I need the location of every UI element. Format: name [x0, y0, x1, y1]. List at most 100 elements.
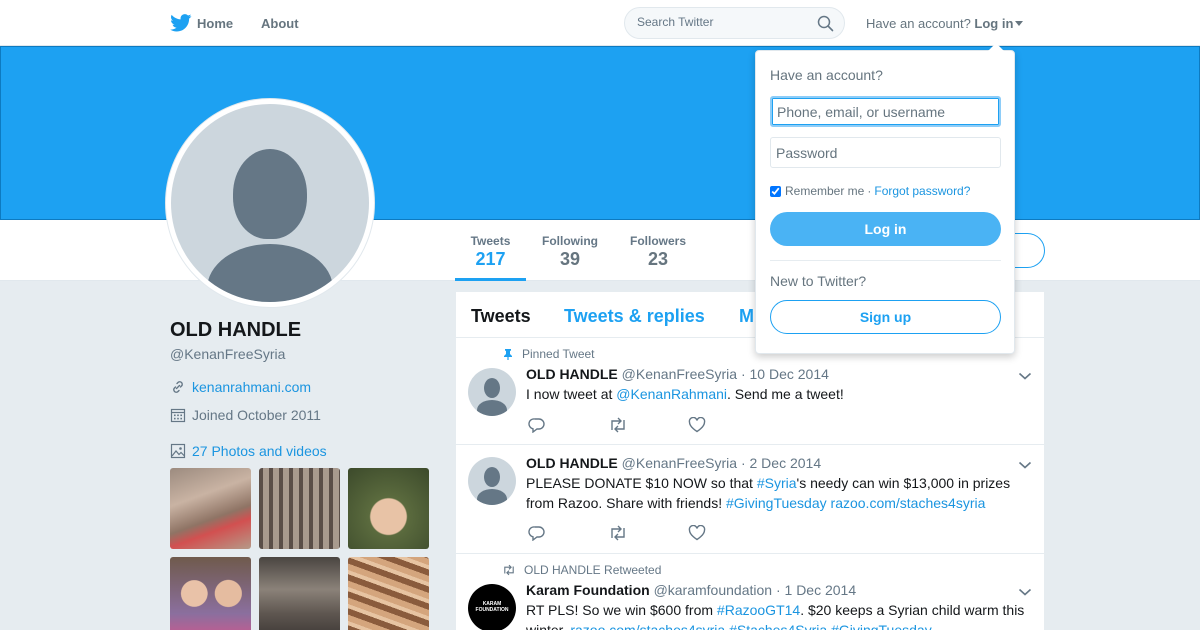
dropdown-title: Have an account?	[770, 67, 883, 83]
login-toggle-label: Log in	[974, 16, 1014, 31]
tweet-text: RT PLS! So we win $600 from #RazooGT14. …	[526, 600, 1031, 630]
profile-avatar[interactable]	[165, 98, 375, 308]
search-input[interactable]	[637, 15, 807, 29]
profile-name[interactable]: OLD HANDLE	[170, 319, 301, 342]
photo-thumbnail[interactable]	[348, 557, 429, 630]
tweet-date[interactable]: · 10 Dec 2014	[741, 366, 829, 382]
stat-followers-label: Followers	[629, 234, 686, 248]
tweet-item[interactable]: OLD HANDLE Retweeted KARAM FOUNDATION Ka…	[456, 554, 1044, 630]
login-dropdown-toggle[interactable]: Log in	[974, 16, 1024, 31]
hashtag-link[interactable]: #Syria	[757, 475, 797, 491]
tweet-header: OLD HANDLE @KenanFreeSyria · 10 Dec 2014	[526, 366, 829, 382]
photo-thumbnail[interactable]	[259, 468, 340, 549]
retweet-icon[interactable]	[608, 417, 688, 438]
stat-tweets-value: 217	[475, 249, 506, 269]
retweet-icon[interactable]	[608, 525, 688, 546]
profile-website-link[interactable]: kenanrahmani.com	[192, 379, 311, 395]
profile-joined-row: Joined October 2011	[170, 407, 321, 423]
profile-website-row: kenanrahmani.com	[170, 379, 311, 395]
profile-joined-date: Joined October 2011	[192, 407, 321, 423]
have-account-text: Have an account?	[866, 16, 971, 31]
twitter-bird-icon[interactable]	[170, 14, 192, 32]
like-icon[interactable]	[688, 524, 768, 546]
reply-icon[interactable]	[528, 525, 608, 546]
stat-followers-value: 23	[647, 249, 669, 269]
like-icon[interactable]	[688, 416, 768, 438]
login-button[interactable]: Log in	[770, 212, 1001, 246]
caret-down-icon	[1015, 21, 1024, 26]
chevron-down-icon[interactable]	[1018, 460, 1032, 470]
photo-thumbnail[interactable]	[259, 557, 340, 630]
tweet-author-handle[interactable]: @KenanFreeSyria	[622, 455, 737, 471]
stat-following-label: Following	[542, 234, 598, 248]
login-prompt: Have an account? Log in	[866, 16, 1024, 31]
new-to-twitter-text: New to Twitter?	[770, 273, 867, 289]
context-label: OLD HANDLE Retweeted	[524, 563, 662, 577]
signup-button[interactable]: Sign up	[770, 300, 1001, 334]
tweet-author-name[interactable]: OLD HANDLE	[526, 455, 618, 471]
password-input[interactable]	[770, 137, 1001, 168]
tweet-actions	[528, 524, 768, 546]
tweet-date[interactable]: · 2 Dec 2014	[741, 455, 821, 471]
photo-thumbnail[interactable]	[170, 468, 251, 549]
retweet-context: OLD HANDLE Retweeted	[502, 563, 661, 577]
stat-following[interactable]: Following 39	[537, 220, 603, 281]
photo-icon	[170, 443, 186, 459]
profile-handle[interactable]: @KenanFreeSyria	[170, 346, 285, 362]
hashtag-link[interactable]: #RazooGT14	[717, 602, 800, 618]
search-box[interactable]	[624, 7, 845, 39]
tab-tweets-replies[interactable]: Tweets & replies	[564, 306, 705, 327]
tweet-avatar[interactable]	[468, 457, 516, 505]
remember-me-label[interactable]: Remember me	[785, 184, 864, 198]
tweet-author-handle[interactable]: @KenanFreeSyria	[622, 366, 737, 382]
tweet-avatar[interactable]: KARAM FOUNDATION	[468, 584, 516, 630]
search-icon[interactable]	[817, 15, 834, 32]
hashtag-link[interactable]: #GivingTuesday	[726, 495, 827, 511]
tab-media[interactable]: M	[739, 306, 754, 327]
stat-following-value: 39	[559, 249, 581, 269]
remember-me-row: Remember me · Forgot password?	[770, 184, 970, 198]
retweet-icon	[504, 564, 514, 576]
context-label: Pinned Tweet	[522, 347, 595, 361]
photos-videos-link[interactable]: 27 Photos and videos	[192, 443, 327, 459]
tweet-text: I now tweet at @KenanRahmani. Send me a …	[526, 386, 844, 402]
tweet-actions	[528, 416, 768, 438]
photo-thumbnail[interactable]	[170, 557, 251, 630]
hashtag-link[interactable]: #GivingTuesday	[831, 622, 932, 630]
remember-me-checkbox[interactable]	[770, 185, 781, 197]
nav-about-link[interactable]: About	[261, 0, 299, 46]
hashtag-link[interactable]: #Staches4Syria	[729, 622, 827, 630]
forgot-password-link[interactable]: Forgot password?	[874, 184, 970, 198]
tweet-item[interactable]: Pinned Tweet OLD HANDLE @KenanFreeSyria …	[456, 338, 1044, 445]
url-link[interactable]: razoo.com/staches4syria	[570, 622, 725, 630]
photo-thumbnail[interactable]	[348, 468, 429, 549]
username-input[interactable]	[770, 96, 1001, 127]
tweet-header: Karam Foundation @karamfoundation · 1 De…	[526, 582, 856, 598]
stat-followers[interactable]: Followers 23	[625, 220, 691, 281]
divider	[770, 260, 1001, 261]
tweet-item[interactable]: OLD HANDLE @KenanFreeSyria · 2 Dec 2014 …	[456, 445, 1044, 554]
tweet-date[interactable]: · 1 Dec 2014	[776, 582, 856, 598]
tweet-author-handle[interactable]: @karamfoundation	[654, 582, 773, 598]
photos-videos-row: 27 Photos and videos	[170, 443, 327, 459]
pinned-context: Pinned Tweet	[502, 347, 595, 361]
tweet-text: PLEASE DONATE $10 NOW so that #Syria's n…	[526, 475, 1011, 511]
url-link[interactable]: razoo.com/staches4syria	[831, 495, 986, 511]
tweet-author-name[interactable]: OLD HANDLE	[526, 366, 618, 382]
tab-tweets[interactable]: Tweets	[471, 306, 531, 327]
stat-tweets[interactable]: Tweets 217	[455, 220, 526, 281]
tweet-header: OLD HANDLE @KenanFreeSyria · 2 Dec 2014	[526, 455, 821, 471]
mention-link[interactable]: @KenanRahmani	[616, 386, 727, 402]
login-dropdown: Have an account? Remember me · Forgot pa…	[755, 43, 1015, 354]
reply-icon[interactable]	[528, 417, 608, 438]
dropdown-arrow	[988, 43, 1004, 51]
stat-tweets-label: Tweets	[470, 234, 511, 248]
chevron-down-icon[interactable]	[1018, 587, 1032, 597]
pin-icon	[504, 349, 512, 360]
nav-home-label: Home	[197, 15, 234, 31]
calendar-icon	[170, 408, 186, 423]
tweet-avatar[interactable]	[468, 368, 516, 416]
chevron-down-icon[interactable]	[1018, 371, 1032, 381]
default-avatar-icon	[171, 104, 369, 302]
tweet-author-name[interactable]: Karam Foundation	[526, 582, 650, 598]
